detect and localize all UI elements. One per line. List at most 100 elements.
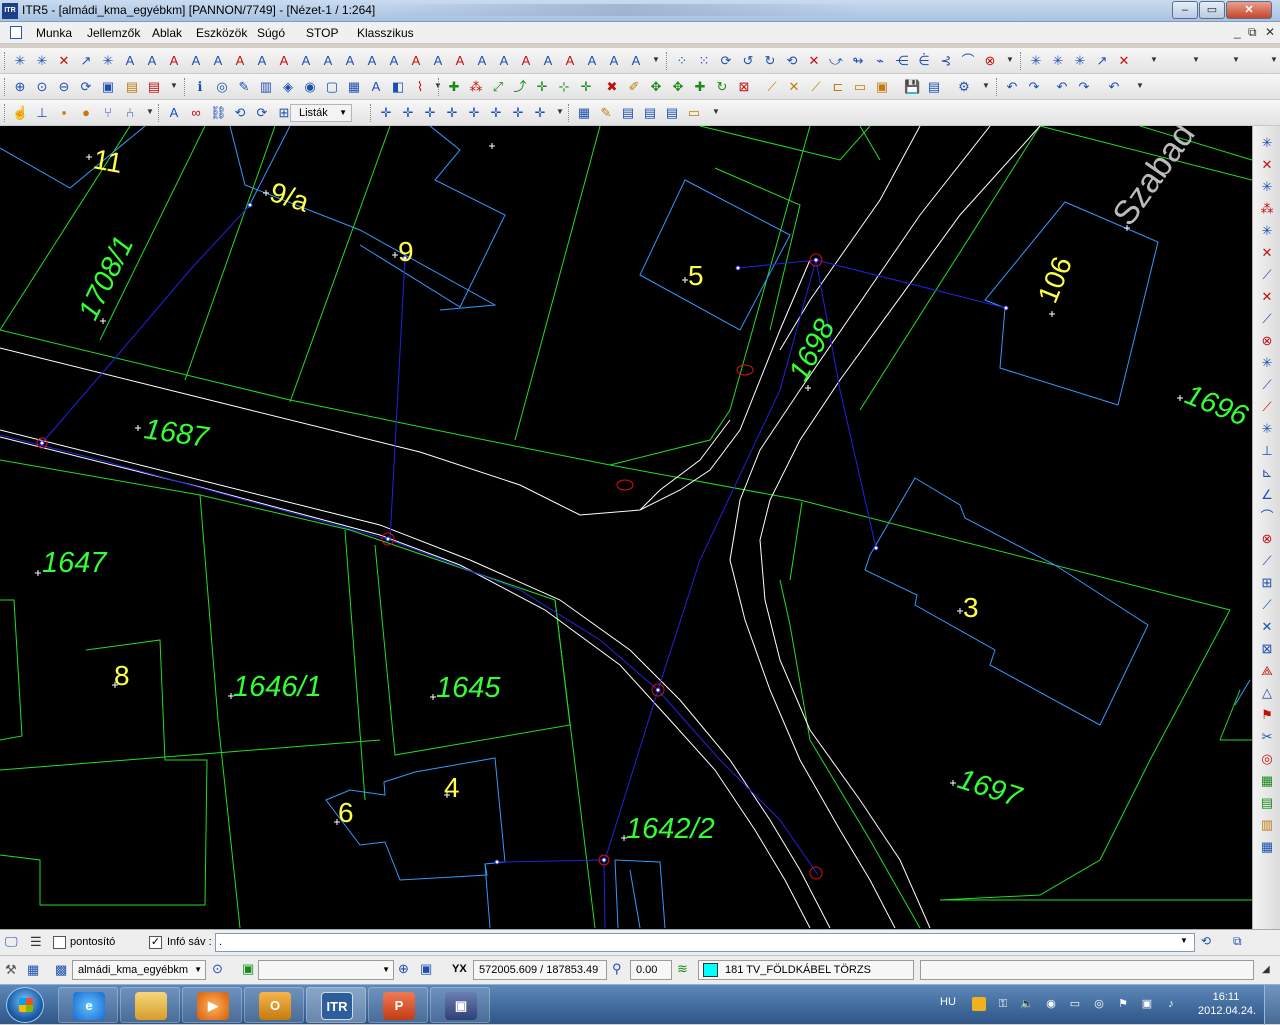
taskbar-ie[interactable]: e — [58, 987, 118, 1023]
tray-network-icon[interactable]: ◎ — [1092, 997, 1106, 1011]
document-icon[interactable] — [10, 26, 22, 39]
frame-tool-icon[interactable]: ▣ — [874, 79, 890, 95]
map-drawing[interactable]: 1708/1 1687 1647 1646/1 1645 1698 1696 1… — [0, 126, 1252, 929]
snap-ruler-icon[interactable]: ⊥ — [1258, 442, 1276, 460]
node-fork-icon[interactable]: ⑃ — [122, 105, 138, 121]
layout-icon[interactable]: ▦ — [576, 105, 592, 121]
toolbar-grip[interactable] — [568, 104, 571, 122]
toolbar-grip[interactable] — [370, 104, 373, 122]
edit-icon[interactable]: ▢ — [324, 79, 340, 95]
menu-jellemzok[interactable]: Jellemzők — [87, 26, 140, 40]
menu-eszkozok[interactable]: Eszközök — [196, 26, 247, 40]
cross-mark7-icon[interactable]: ✛ — [510, 105, 526, 121]
text-icon[interactable]: A — [122, 53, 138, 69]
cross-mark2-icon[interactable]: ✛ — [400, 105, 416, 121]
snap-intersect-icon[interactable]: ✳ — [1258, 222, 1276, 240]
line-remove-icon[interactable]: ⊗ — [982, 53, 998, 69]
term-icon[interactable]: ▤ — [620, 105, 636, 121]
node-branch-icon[interactable]: ⑂ — [100, 105, 116, 121]
node-circle-icon[interactable]: ● — [78, 105, 94, 121]
snap-angle-icon[interactable]: ∠ — [1258, 486, 1276, 504]
add-text-icon[interactable]: ✛ — [578, 79, 594, 95]
layout-icon[interactable]: ▦ — [27, 962, 39, 978]
redo-icon[interactable]: ↷ — [1026, 79, 1042, 95]
settings-icon[interactable]: ⚙ — [956, 79, 972, 95]
toolbar-overflow-icon[interactable]: ▼ — [1006, 55, 1014, 69]
text-order-icon[interactable]: A — [342, 53, 358, 69]
zoom-out-icon[interactable]: ⊖ — [56, 79, 72, 95]
text-fix-icon[interactable]: A — [276, 53, 292, 69]
action-center-flag-icon[interactable]: ⚑ — [1116, 997, 1130, 1011]
toolbar-grip[interactable] — [184, 78, 187, 96]
zoom-in-icon[interactable]: ⊕ — [398, 961, 409, 977]
add-symbol-icon[interactable]: ⊹ — [556, 79, 572, 95]
toolbar-grip[interactable] — [438, 78, 441, 96]
snap-cross-icon[interactable]: ✕ — [1258, 244, 1276, 262]
line-tangent-icon[interactable]: ⌒ — [960, 53, 976, 69]
view-icon[interactable]: ▣ — [242, 961, 254, 977]
undo-all-icon[interactable]: ↶ — [1106, 79, 1122, 95]
symbol-edit-icon[interactable]: ✳ — [1050, 53, 1066, 69]
text-size-icon[interactable]: A — [320, 53, 336, 69]
layer-icon[interactable]: ≋ — [677, 961, 688, 977]
mdi-restore-button[interactable]: ⧉ — [1248, 25, 1257, 40]
corner-tool-icon[interactable]: ⊏ — [830, 79, 846, 95]
snap-node-icon[interactable]: ✳ — [1258, 178, 1276, 196]
tray-speaker-icon[interactable]: ♪ — [1164, 997, 1178, 1011]
symbol-move-icon[interactable]: ↗ — [1094, 53, 1110, 69]
show-desktop-button[interactable] — [1264, 985, 1280, 1025]
node-tool-icon[interactable]: ⟋ — [808, 79, 824, 95]
hatch-icon[interactable]: ◧ — [390, 79, 406, 95]
save-icon[interactable]: 💾 — [904, 79, 920, 95]
text-join-icon[interactable]: A — [364, 53, 380, 69]
link-icon[interactable]: ∞ — [188, 105, 204, 121]
dxf-export-icon[interactable]: ▤ — [146, 79, 162, 95]
point-add-icon[interactable]: ✳ — [12, 53, 28, 69]
taskbar-powerpoint[interactable]: P — [368, 987, 428, 1023]
map-canvas[interactable]: 1708/1 1687 1647 1646/1 1645 1698 1696 1… — [0, 126, 1252, 929]
zoom-window-icon[interactable]: ⊙ — [34, 79, 50, 95]
pan-icon[interactable]: ▣ — [100, 79, 116, 95]
query-icon[interactable]: ✎ — [236, 79, 252, 95]
snap-triangle-icon[interactable]: △ — [1258, 684, 1276, 702]
line-split-icon[interactable]: ⟲ — [784, 53, 800, 69]
text-place-icon[interactable]: A — [474, 53, 490, 69]
mdi-minimize-button[interactable]: _ — [1234, 25, 1241, 39]
cross-mark5-icon[interactable]: ✛ — [466, 105, 482, 121]
line-trim-icon[interactable]: ⊰ — [938, 53, 954, 69]
tray-key-icon[interactable]: ⚿ — [996, 997, 1010, 1011]
volume-icon[interactable]: 🔈 — [1020, 997, 1034, 1011]
snap-arc-icon[interactable]: ⌒ — [1258, 508, 1276, 526]
toolbar-overflow-icon[interactable]: ▼ — [170, 81, 178, 95]
redo-list-icon[interactable]: ↷ — [1076, 79, 1092, 95]
measure-icon[interactable]: ◎ — [214, 79, 230, 95]
chevron-down-icon[interactable]: ▼ — [1180, 936, 1188, 945]
term2-icon[interactable]: ▤ — [642, 105, 658, 121]
text-align-icon[interactable]: A — [254, 53, 270, 69]
info-icon[interactable]: ℹ — [192, 79, 208, 95]
tray-app-icon[interactable] — [972, 997, 986, 1011]
line-delete-icon[interactable]: ✕ — [806, 53, 822, 69]
text-attach-icon[interactable]: A — [606, 53, 622, 69]
toolbar-grip[interactable] — [4, 104, 7, 122]
pontosito-checkbox[interactable] — [53, 936, 66, 949]
toolbar-overflow-icon[interactable]: ▼ — [712, 107, 720, 121]
line-dot-icon[interactable]: ⁘ — [674, 53, 690, 69]
snap-mid-icon[interactable]: ⟋ — [1258, 266, 1276, 284]
info-checkbox[interactable]: ✓ — [149, 936, 162, 949]
dxf-import-icon[interactable]: ▤ — [124, 79, 140, 95]
copy-icon[interactable]: ✚ — [692, 79, 708, 95]
text-move-icon[interactable]: A — [188, 53, 204, 69]
cross-mark3-icon[interactable]: ✛ — [422, 105, 438, 121]
distance-icon[interactable]: ▥ — [258, 79, 274, 95]
text-rotate-icon[interactable]: A — [144, 53, 160, 69]
toolbar-overflow-icon[interactable]: ▼ — [1136, 81, 1144, 95]
hand-icon[interactable]: ☝ — [12, 105, 28, 121]
cycle-icon[interactable]: ⟳ — [254, 105, 270, 121]
clock[interactable]: 16:11 2012.04.24. — [1198, 990, 1256, 1018]
cross-tool-icon[interactable]: ✕ — [786, 79, 802, 95]
app-icon[interactable]: ITR — [2, 3, 18, 19]
cross-mark-icon[interactable]: ✛ — [378, 105, 394, 121]
toolbar-overflow-icon[interactable]: ▼ — [1192, 55, 1200, 69]
folder-icon[interactable]: ▭ — [686, 105, 702, 121]
